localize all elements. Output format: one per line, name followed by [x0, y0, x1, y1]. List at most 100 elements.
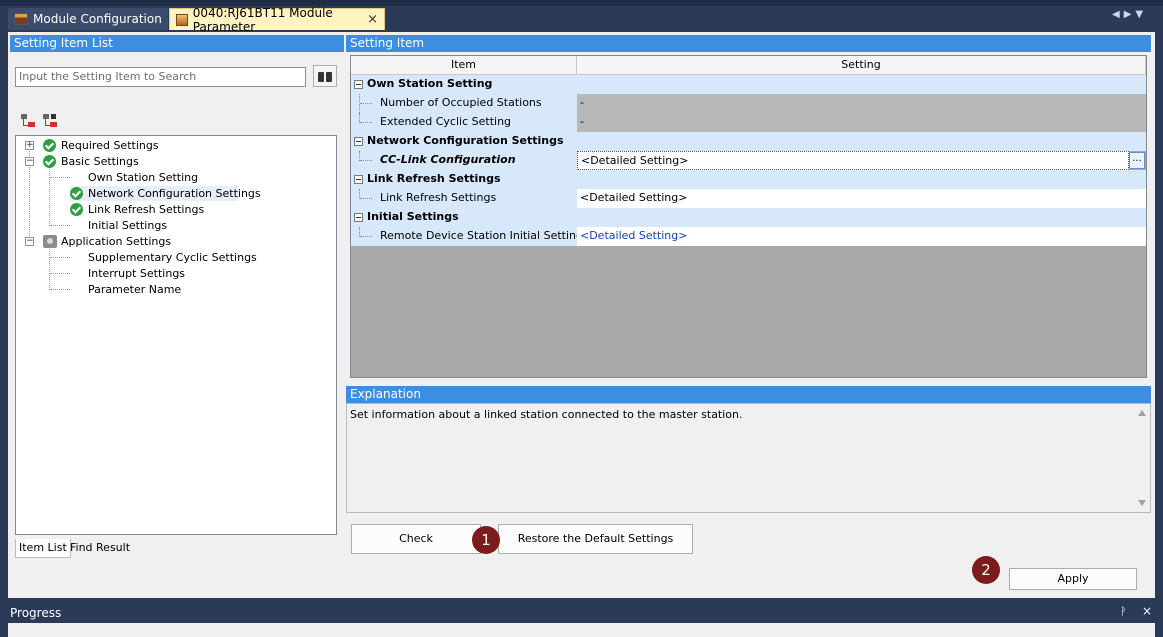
check-button[interactable]: Check	[351, 524, 481, 554]
step-badge-2: 2	[972, 556, 1000, 584]
row-cc-link-configuration[interactable]: CC-Link Configuration <Detailed Setting>…	[351, 151, 1146, 170]
item-label: Number of Occupied Stations	[380, 96, 542, 109]
settings-module-icon	[43, 235, 57, 248]
tree-item-application-settings[interactable]: − Application Settings	[25, 234, 205, 249]
explanation-scrollbar[interactable]	[1134, 404, 1150, 512]
tab-item-list[interactable]: Item List	[15, 539, 71, 558]
tree-item-initial-settings[interactable]: Initial Settings	[88, 218, 268, 233]
tree-guide-line	[50, 257, 70, 258]
tree-guide-line	[50, 273, 70, 274]
tree-guide-line	[50, 225, 70, 226]
explanation-title: Explanation	[346, 386, 1151, 403]
document-tab-bar: Module Configuration 0040:RJ61BT11 Modul…	[0, 6, 1163, 34]
tree-guide-line	[49, 246, 50, 290]
item-label: Remote Device Station Initial Settings	[380, 229, 589, 242]
tree-label: Required Settings	[61, 139, 159, 152]
apply-button[interactable]: Apply	[1009, 568, 1137, 590]
tree-item-link-refresh-settings[interactable]: Link Refresh Settings	[70, 202, 250, 217]
item-cell: Link Refresh Settings	[351, 189, 577, 208]
setting-item-title: Setting Item	[346, 35, 1151, 52]
item-label: Link Refresh Settings	[380, 191, 497, 204]
explanation-box: Set information about a linked station c…	[346, 403, 1151, 513]
scroll-up-icon[interactable]	[1138, 410, 1146, 416]
category-network-configuration-settings[interactable]: Network Configuration Settings	[351, 132, 1146, 151]
tree-label: Link Refresh Settings	[88, 203, 205, 216]
search-button[interactable]	[313, 65, 337, 87]
restore-default-settings-button[interactable]: Restore the Default Settings	[498, 524, 693, 554]
progress-panel-title: Progress	[0, 603, 1163, 623]
tree-toolbar	[20, 112, 58, 128]
tree-guide-line	[360, 160, 372, 161]
close-tab-icon[interactable]: ×	[367, 12, 378, 27]
collapse-icon[interactable]: −	[25, 157, 34, 166]
collapse-icon[interactable]	[354, 80, 363, 89]
check-icon	[43, 155, 56, 168]
progress-panel-body	[8, 623, 1155, 637]
category-link-refresh-settings[interactable]: Link Refresh Settings	[351, 170, 1146, 189]
module-parameter-window: Setting Item List Input the Setting Item…	[8, 32, 1155, 598]
collapse-all-icon[interactable]	[42, 112, 58, 128]
pin-icon[interactable]: ᚹ	[1120, 605, 1127, 618]
tree-guide-line	[50, 177, 70, 178]
detailed-setting-button[interactable]: ...	[1129, 152, 1145, 169]
tree-guide-line	[360, 103, 372, 104]
collapse-icon[interactable]	[354, 137, 363, 146]
category-label: Own Station Setting	[367, 77, 493, 90]
row-extended-cyclic-setting[interactable]: Extended Cyclic Setting -	[351, 113, 1146, 132]
column-header-item: Item	[351, 56, 577, 75]
search-input[interactable]: Input the Setting Item to Search	[15, 67, 306, 87]
module-configuration-icon	[14, 13, 28, 25]
module-parameter-icon	[176, 13, 188, 26]
tab-label: Module Configuration	[33, 12, 162, 26]
item-cell: Remote Device Station Initial Settings	[351, 227, 589, 246]
left-panel-tabs: Item List Find Result	[15, 539, 337, 559]
setting-cell: -	[577, 94, 1146, 113]
expand-icon[interactable]: +	[25, 141, 34, 150]
tree-label: Application Settings	[61, 235, 172, 248]
expand-all-icon[interactable]	[20, 112, 36, 128]
tree-guide-line	[49, 166, 50, 226]
tree-item-supplementary-cyclic-settings[interactable]: Supplementary Cyclic Settings	[88, 250, 268, 265]
category-initial-settings[interactable]: Initial Settings	[351, 208, 1146, 227]
category-own-station-setting[interactable]: Own Station Setting	[351, 75, 1146, 94]
tab-find-result[interactable]: Find Result	[67, 539, 133, 558]
collapse-icon[interactable]	[354, 175, 363, 184]
tab-label: 0040:RJ61BT11 Module Parameter	[192, 5, 333, 34]
collapse-icon[interactable]: −	[25, 237, 34, 246]
collapse-icon[interactable]	[354, 213, 363, 222]
tab-module-configuration[interactable]: Module Configuration	[8, 8, 168, 30]
link-refresh-setting-field[interactable]: <Detailed Setting>	[577, 189, 1146, 208]
item-cell: CC-Link Configuration	[351, 151, 577, 170]
tree-guide-line	[360, 236, 372, 237]
cc-link-configuration-setting-field[interactable]: <Detailed Setting>	[577, 151, 1129, 170]
check-icon	[43, 139, 56, 152]
tree-item-network-configuration-settings[interactable]: Network Configuration Settings	[70, 186, 261, 201]
tab-scroll-arrows-icon[interactable]: ◀▶▼	[1112, 9, 1160, 25]
item-label: CC-Link Configuration	[380, 153, 516, 166]
tree-item-interrupt-settings[interactable]: Interrupt Settings	[88, 266, 268, 281]
setting-item-list-title: Setting Item List	[10, 35, 344, 52]
close-icon[interactable]: ×	[1142, 604, 1152, 618]
category-label: Network Configuration Settings	[367, 134, 564, 147]
tree-guide-line	[360, 122, 372, 123]
tree-item-required-settings[interactable]: + Required Settings	[25, 138, 205, 153]
tab-module-parameter[interactable]: 0040:RJ61BT11 Module Parameter ×	[169, 6, 385, 34]
setting-item-tree: + Required Settings − Basic Settings Own…	[15, 135, 337, 535]
row-remote-device-station-initial-settings[interactable]: Remote Device Station Initial Settings <…	[351, 227, 1146, 246]
row-link-refresh-settings[interactable]: Link Refresh Settings <Detailed Setting>	[351, 189, 1146, 208]
tree-label: Basic Settings	[61, 155, 139, 168]
category-label: Initial Settings	[367, 210, 459, 223]
item-cell: Number of Occupied Stations	[351, 94, 577, 113]
tree-label: Own Station Setting	[88, 171, 199, 184]
row-number-of-occupied-stations[interactable]: Number of Occupied Stations -	[351, 94, 1146, 113]
check-icon	[70, 203, 83, 216]
explanation-text: Set information about a linked station c…	[350, 408, 743, 421]
tree-item-own-station-setting[interactable]: Own Station Setting	[88, 170, 268, 185]
tree-guide-line	[360, 198, 372, 199]
scroll-down-icon[interactable]	[1138, 500, 1146, 506]
grid-header-row: Item Setting	[351, 56, 1146, 75]
remote-device-initial-setting-field[interactable]: <Detailed Setting>	[577, 227, 1146, 246]
tree-label: Initial Settings	[88, 219, 168, 232]
tree-item-parameter-name[interactable]: Parameter Name	[88, 282, 268, 297]
tree-item-basic-settings[interactable]: − Basic Settings	[25, 154, 205, 169]
